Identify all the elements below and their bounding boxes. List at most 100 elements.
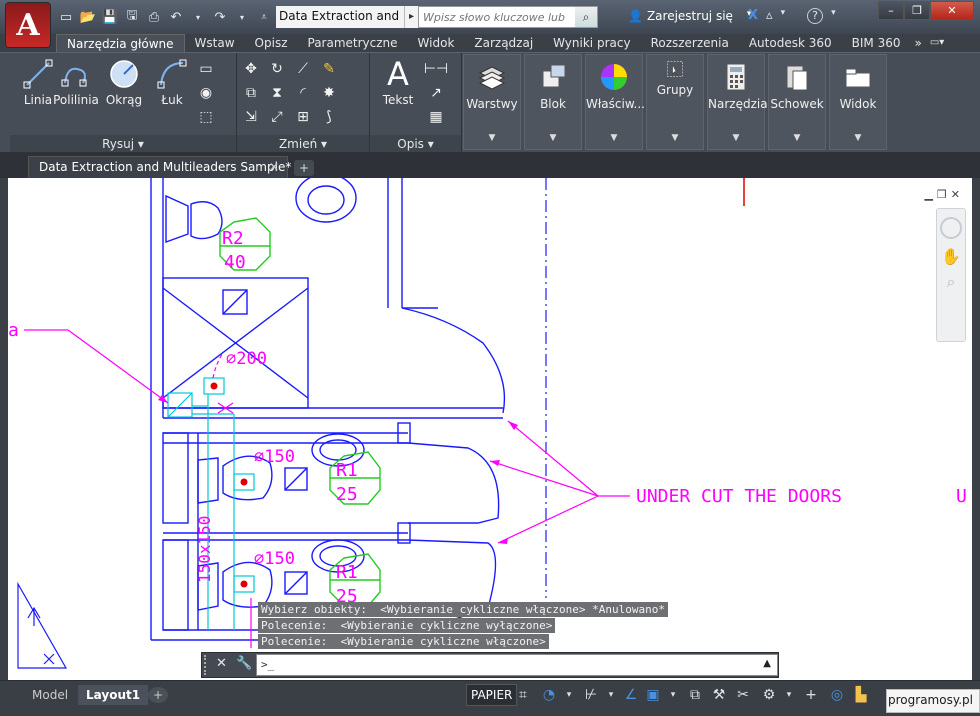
zoom-icon[interactable]: ⌕: [937, 272, 965, 292]
undo-icon[interactable]: ↶: [166, 7, 186, 27]
copy-icon[interactable]: ⧉: [239, 81, 263, 105]
close-command-icon[interactable]: ✕: [216, 656, 227, 671]
plus-annotation-icon[interactable]: +: [800, 684, 822, 706]
grid-icon[interactable]: ⌗: [512, 684, 534, 706]
help-icon[interactable]: ?: [807, 8, 824, 24]
print-icon[interactable]: ⎙: [144, 7, 164, 27]
properties-tool[interactable]: Właściw... ▼: [585, 54, 645, 150]
tab-bim360[interactable]: BIM 360: [842, 34, 911, 52]
utilities-tool[interactable]: Narzędzia ▼: [707, 54, 768, 150]
modify-panel-title[interactable]: Zmień ▾: [237, 135, 369, 153]
customize-command-icon[interactable]: 🔧: [236, 656, 252, 671]
tab-output[interactable]: Wyniki pracy: [543, 34, 640, 52]
boundary-icon[interactable]: ⬚: [194, 105, 218, 129]
object-snap-icon[interactable]: ▣: [642, 684, 664, 706]
new-layout-button[interactable]: +: [148, 687, 169, 703]
isodraft-icon[interactable]: ∠: [620, 684, 642, 706]
tab-model[interactable]: Model: [24, 685, 76, 705]
viewport-scale-icon[interactable]: ⧉: [684, 684, 706, 706]
rotate-icon[interactable]: ↻: [265, 57, 289, 81]
mirror-icon[interactable]: ⧗: [265, 81, 289, 105]
tab-manage[interactable]: Zarządzaj: [464, 34, 543, 52]
redo-icon[interactable]: ↷: [210, 7, 230, 27]
trim-icon[interactable]: ⟋: [291, 57, 315, 81]
polar-tracking-icon[interactable]: ◔: [538, 684, 560, 706]
a360-icon[interactable]: ▵: [766, 8, 773, 24]
dimension-icon[interactable]: ⊢⊣: [424, 57, 448, 81]
undo-dropdown-icon[interactable]: ▾: [188, 7, 208, 27]
viewport-restore-icon[interactable]: ❐: [937, 188, 947, 201]
more-tabs-icon[interactable]: »: [910, 34, 925, 52]
erase-icon[interactable]: ✎: [317, 57, 341, 81]
annotation-visibility-icon[interactable]: ⚒: [708, 684, 730, 706]
workspace-dropdown-icon[interactable]: ▾: [778, 684, 800, 706]
tab-parametric[interactable]: Parametryczne: [298, 34, 408, 52]
hardware-acceleration-icon[interactable]: ▙: [850, 684, 872, 706]
maximize-button[interactable]: ❐: [904, 1, 930, 20]
steering-wheel-icon[interactable]: [940, 217, 962, 239]
fillet-icon[interactable]: ◜: [291, 81, 315, 105]
paper-space-toggle[interactable]: PAPIER: [466, 684, 518, 706]
tab-autodesk360[interactable]: Autodesk 360: [739, 34, 842, 52]
command-line-grip[interactable]: [204, 655, 210, 675]
clipboard-tool[interactable]: Schowek ▼: [768, 54, 826, 150]
rectangle-icon[interactable]: ▭: [194, 57, 218, 81]
annotation-panel-title[interactable]: Opis ▾: [370, 135, 461, 153]
leader-icon[interactable]: ↗: [424, 81, 448, 105]
offset-icon[interactable]: ⟆: [317, 105, 341, 129]
groups-tool[interactable]: Grupy ▼: [646, 54, 704, 150]
tab-home[interactable]: Narzędzia główne: [56, 34, 185, 52]
ribbon-minimize-icon[interactable]: ▭▾: [926, 34, 948, 52]
sign-in[interactable]: 👤 Zarejestruj się ▾: [628, 9, 751, 23]
help-dropdown-icon[interactable]: ▾: [831, 8, 836, 24]
redo-dropdown-icon[interactable]: ▾: [232, 7, 252, 27]
close-button[interactable]: ✕: [930, 1, 974, 20]
command-input[interactable]: >_ ▲: [256, 654, 778, 676]
binoculars-icon[interactable]: ⌕: [575, 7, 597, 27]
pan-icon[interactable]: ✋: [937, 247, 965, 266]
object-snap-tracking-icon[interactable]: ⊬: [580, 684, 602, 706]
search-input[interactable]: [419, 7, 573, 27]
exchange-apps-icon[interactable]: X: [748, 8, 758, 24]
scale-icon[interactable]: ⤢: [265, 105, 289, 129]
title-overflow-arrow[interactable]: ▸: [404, 6, 418, 28]
explode-icon[interactable]: ✸: [317, 81, 341, 105]
stretch-icon[interactable]: ⇲: [239, 105, 263, 129]
customize-qat-icon[interactable]: ⩡: [254, 7, 274, 27]
chevron-down-icon[interactable]: ▾: [781, 8, 786, 24]
hatch-icon[interactable]: ◉: [194, 81, 218, 105]
document-tab[interactable]: Data Extraction and Multileaders Sample*…: [28, 156, 291, 178]
move-icon[interactable]: ✥: [239, 57, 263, 81]
snap-dropdown-icon[interactable]: ▾: [662, 684, 684, 706]
minimize-button[interactable]: –: [878, 1, 904, 20]
text-tool[interactable]: A Tekst: [370, 57, 426, 107]
table-icon[interactable]: ▦: [424, 105, 448, 129]
arc-tool[interactable]: Łuk: [144, 57, 200, 107]
viewport-close-icon[interactable]: ✕: [951, 188, 960, 201]
draw-panel-title[interactable]: Rysuj ▾: [10, 135, 236, 153]
close-tab-icon[interactable]: ✕: [269, 160, 279, 174]
annotation-scale-icon[interactable]: ✂: [732, 684, 754, 706]
command-history-up-icon[interactable]: ▲: [763, 658, 771, 669]
isolate-objects-icon[interactable]: ◎: [826, 684, 848, 706]
viewport-minimize-icon[interactable]: ▁: [924, 188, 932, 201]
workspace-gear-icon[interactable]: ⚙: [758, 684, 780, 706]
new-file-icon[interactable]: ▭: [56, 7, 76, 27]
tab-insert[interactable]: Wstaw: [185, 34, 245, 52]
ribbon-tabs: Narzędzia główne Wstaw Opisz Parametrycz…: [0, 34, 980, 52]
save-as-icon[interactable]: 🖫: [122, 7, 142, 27]
tab-addins[interactable]: Rozszerzenia: [641, 34, 739, 52]
open-file-icon[interactable]: 📂: [78, 7, 98, 27]
application-menu-button[interactable]: A: [6, 3, 50, 47]
polar-dropdown-icon[interactable]: ▾: [558, 684, 580, 706]
tab-view[interactable]: Widok: [408, 34, 465, 52]
block-tool[interactable]: Blok ▼: [524, 54, 582, 150]
array-icon[interactable]: ⊞: [291, 105, 315, 129]
save-icon[interactable]: 💾: [100, 7, 120, 27]
layers-tool[interactable]: Warstwy ▼: [463, 54, 521, 150]
tab-annotate[interactable]: Opisz: [245, 34, 298, 52]
view-tool[interactable]: Widok ▼: [829, 54, 887, 150]
new-tab-button[interactable]: +: [294, 160, 314, 176]
tab-layout1[interactable]: Layout1: [78, 685, 149, 705]
osnap-dropdown-icon[interactable]: ▾: [600, 684, 622, 706]
